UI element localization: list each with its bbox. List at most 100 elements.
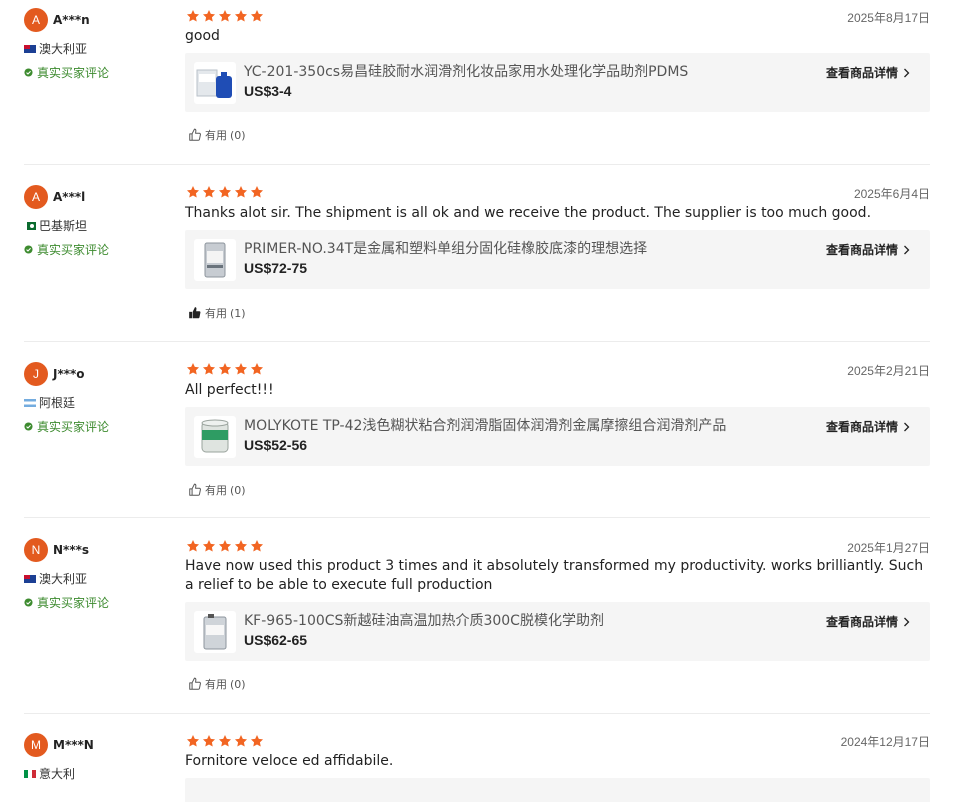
review-card: A A***l 巴基斯坦 真实买家评论 2025年6月4日 Thanks alo… bbox=[0, 177, 960, 342]
view-details-link[interactable]: 查看商品详情 bbox=[826, 613, 910, 630]
star-icon bbox=[186, 9, 200, 23]
product-name[interactable]: PRIMER-NO.34T是金属和塑料单组分固化硅橡胶底漆的理想选择 bbox=[244, 238, 647, 258]
star-icon bbox=[250, 539, 264, 553]
review-card: N N***s 澳大利亚 真实买家评论 2025年1月27日 Have now … bbox=[0, 530, 960, 715]
view-details-link[interactable]: 查看商品详情 bbox=[826, 64, 910, 81]
thumbs-up-filled-icon bbox=[188, 306, 202, 320]
product-thumbnail[interactable] bbox=[194, 611, 236, 653]
star-icon bbox=[202, 9, 216, 23]
useful-button[interactable]: 有用 (0) bbox=[188, 482, 246, 498]
product-name[interactable]: MOLYKOTE TP-42浅色糊状粘合剂润滑脂固体润滑剂金属摩擦组合润滑剂产品 bbox=[244, 415, 726, 435]
reviewer-name: N***s bbox=[53, 543, 90, 557]
review-comment: Have now used this product 3 times and i… bbox=[185, 558, 924, 593]
review-comment: All perfect!!! bbox=[185, 382, 274, 398]
verified-label: 真实买家评论 bbox=[37, 420, 110, 434]
verified-icon bbox=[24, 422, 33, 431]
thumbs-up-icon bbox=[188, 677, 202, 691]
reviewer-country: 澳大利亚 bbox=[24, 570, 87, 587]
star-icon bbox=[186, 539, 200, 553]
country-label: 澳大利亚 bbox=[39, 42, 88, 56]
useful-count: (0) bbox=[230, 483, 246, 497]
star-icon bbox=[250, 734, 264, 748]
star-rating bbox=[186, 539, 264, 553]
view-details-label: 查看商品详情 bbox=[825, 420, 898, 434]
star-icon bbox=[186, 734, 200, 748]
product-card[interactable] bbox=[185, 778, 930, 802]
avatar: M bbox=[24, 733, 48, 757]
product-price: US$3-4 bbox=[244, 83, 292, 99]
view-details-link[interactable]: 查看商品详情 bbox=[826, 418, 910, 435]
useful-button[interactable]: 有用 (0) bbox=[188, 127, 246, 143]
country-label: 意大利 bbox=[39, 767, 76, 781]
avatar: J bbox=[24, 362, 48, 386]
review-date: 2025年6月4日 bbox=[853, 187, 930, 201]
star-icon bbox=[234, 9, 248, 23]
star-icon bbox=[218, 362, 232, 376]
star-icon bbox=[250, 9, 264, 23]
verified-icon bbox=[24, 245, 33, 254]
product-thumbnail[interactable] bbox=[194, 62, 236, 104]
divider bbox=[24, 713, 930, 714]
chevron-right-icon bbox=[903, 422, 910, 432]
star-icon bbox=[234, 185, 248, 199]
star-icon bbox=[250, 185, 264, 199]
avatar: N bbox=[24, 538, 48, 562]
product-thumbnail[interactable] bbox=[194, 239, 236, 281]
star-icon bbox=[250, 362, 264, 376]
product-price: US$62-65 bbox=[244, 632, 308, 648]
review-date: 2025年2月21日 bbox=[847, 364, 930, 378]
divider bbox=[24, 341, 930, 342]
product-name[interactable]: KF-965-100CS新越硅油高温加热介质300C脱模化学助剂 bbox=[244, 610, 604, 630]
divider bbox=[24, 164, 930, 165]
star-icon bbox=[202, 734, 216, 748]
view-details-label: 查看商品详情 bbox=[825, 615, 898, 629]
useful-count: (1) bbox=[230, 306, 246, 320]
reviewer-country: 巴基斯坦 bbox=[24, 217, 87, 234]
useful-label: 有用 bbox=[205, 307, 227, 320]
product-card[interactable]: YC-201-350cs易昌硅胶耐水润滑剂化妆品家用水处理化学品助剂PDMS U… bbox=[185, 53, 930, 112]
star-icon bbox=[202, 362, 216, 376]
star-icon bbox=[202, 539, 216, 553]
view-details-link[interactable]: 查看商品详情 bbox=[826, 241, 910, 258]
chevron-right-icon bbox=[903, 617, 910, 627]
country-label: 阿根廷 bbox=[39, 396, 76, 410]
verified-label: 真实买家评论 bbox=[37, 243, 110, 257]
useful-label: 有用 bbox=[205, 129, 227, 142]
star-icon bbox=[186, 362, 200, 376]
australia-flag-icon bbox=[24, 44, 36, 53]
reviewer-country: 意大利 bbox=[24, 765, 75, 782]
star-rating bbox=[186, 185, 264, 199]
reviewer-name: M***N bbox=[53, 738, 94, 752]
avatar: A bbox=[24, 8, 48, 32]
product-price: US$72-75 bbox=[244, 260, 308, 276]
verified-icon bbox=[24, 68, 33, 77]
reviewer-country: 澳大利亚 bbox=[24, 40, 87, 57]
review-card: M M***N 意大利 2024年12月17日 Fornitore veloce… bbox=[0, 725, 960, 802]
view-details-label: 查看商品详情 bbox=[825, 243, 898, 257]
useful-button[interactable]: 有用 (0) bbox=[188, 676, 246, 692]
review-comment: good bbox=[185, 28, 220, 44]
star-rating bbox=[186, 9, 264, 23]
star-icon bbox=[218, 9, 232, 23]
italy-flag-icon bbox=[24, 769, 36, 778]
product-price: US$52-56 bbox=[244, 437, 308, 453]
verified-buyer-badge: 真实买家评论 bbox=[24, 241, 109, 258]
useful-button[interactable]: 有用 (1) bbox=[188, 305, 246, 321]
chevron-right-icon bbox=[903, 245, 910, 255]
product-card[interactable]: KF-965-100CS新越硅油高温加热介质300C脱模化学助剂 US$62-6… bbox=[185, 602, 930, 661]
star-rating bbox=[186, 362, 264, 376]
product-thumbnail[interactable] bbox=[194, 416, 236, 458]
star-rating bbox=[186, 734, 264, 748]
product-name[interactable]: YC-201-350cs易昌硅胶耐水润滑剂化妆品家用水处理化学品助剂PDMS bbox=[244, 61, 688, 81]
divider bbox=[24, 517, 930, 518]
pakistan-flag-icon bbox=[24, 221, 36, 230]
useful-count: (0) bbox=[230, 677, 246, 691]
review-comment: Fornitore veloce ed affidabile. bbox=[185, 753, 394, 769]
reviewer-country: 阿根廷 bbox=[24, 394, 75, 411]
product-card[interactable]: MOLYKOTE TP-42浅色糊状粘合剂润滑脂固体润滑剂金属摩擦组合润滑剂产品… bbox=[185, 407, 930, 466]
product-card[interactable]: PRIMER-NO.34T是金属和塑料单组分固化硅橡胶底漆的理想选择 US$72… bbox=[185, 230, 930, 289]
verified-icon bbox=[24, 598, 33, 607]
star-icon bbox=[218, 539, 232, 553]
useful-label: 有用 bbox=[205, 678, 227, 691]
verified-buyer-badge: 真实买家评论 bbox=[24, 594, 109, 611]
